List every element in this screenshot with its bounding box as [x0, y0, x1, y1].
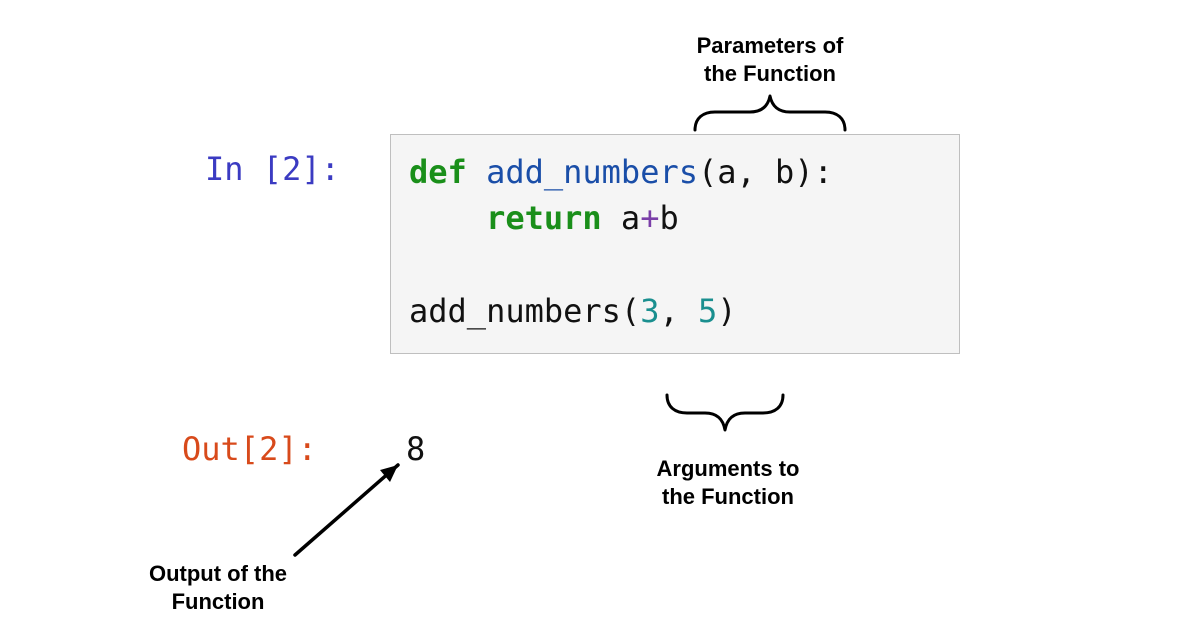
- return-b: b: [659, 199, 678, 237]
- keyword-def: def: [409, 153, 467, 191]
- brace-parameters-icon: [695, 96, 845, 130]
- output-value: 8: [406, 430, 425, 468]
- code-line-return: return a+b: [409, 195, 941, 241]
- paren-open-call: (: [621, 292, 640, 330]
- plus-op: +: [640, 199, 659, 237]
- code-cell: def add_numbers(a, b): return a+b add_nu…: [390, 134, 960, 354]
- annotation-arguments: Arguments to the Function: [618, 455, 838, 510]
- return-a: a: [621, 199, 640, 237]
- code-line-blank: [409, 242, 941, 288]
- brace-arguments-icon: [667, 395, 783, 430]
- keyword-return: return: [486, 199, 602, 237]
- paren-close-def: ):: [794, 153, 833, 191]
- annotation-parameters: Parameters of the Function: [660, 32, 880, 87]
- out-prompt: Out[2]:: [182, 430, 317, 468]
- function-name-def: add_numbers: [486, 153, 698, 191]
- paren-open-def: (: [698, 153, 717, 191]
- comma-def: ,: [737, 153, 776, 191]
- in-prompt: In [2]:: [205, 150, 340, 188]
- arg-1: 3: [640, 292, 659, 330]
- code-line-call: add_numbers(3, 5): [409, 288, 941, 334]
- annotation-output: Output of the Function: [108, 560, 328, 615]
- code-line-def: def add_numbers(a, b):: [409, 149, 941, 195]
- param-a: a: [717, 153, 736, 191]
- arrow-output-icon: [295, 465, 398, 555]
- param-b: b: [775, 153, 794, 191]
- comma-call: ,: [659, 292, 698, 330]
- function-name-call: add_numbers: [409, 292, 621, 330]
- arg-2: 5: [698, 292, 717, 330]
- paren-close-call: ): [717, 292, 736, 330]
- diagram-stage: In [2]: def add_numbers(a, b): return a+…: [0, 0, 1200, 630]
